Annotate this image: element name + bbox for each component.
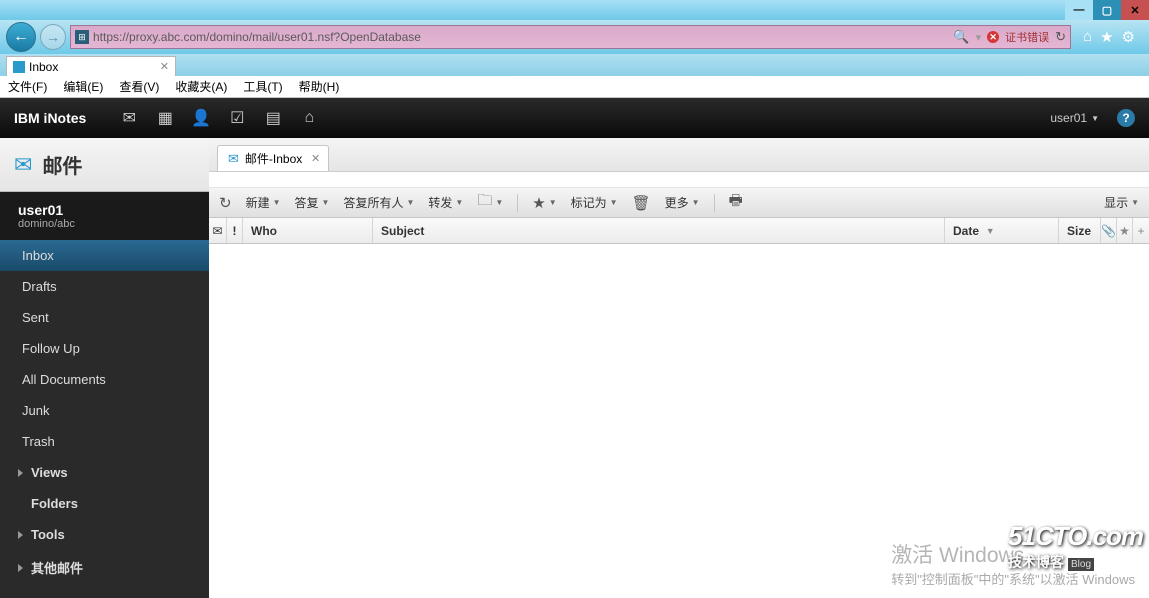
mark-as-button[interactable]: 标记为 ▼ — [571, 194, 618, 211]
toolbar: ↻ 新建 ▼ 答复 ▼ 答复所有人 ▼ 转发 ▼ 🗀 ▼ ★ ▼ 标记为 ▼ 🗑… — [209, 188, 1149, 218]
browser-tab[interactable]: Inbox ✕ — [6, 56, 176, 76]
menu-file[interactable]: 文件(F) — [8, 78, 47, 95]
folder-icon: 🗀 — [477, 190, 492, 215]
sidebar-item-drafts[interactable]: Drafts — [0, 271, 209, 302]
window-close-button[interactable]: ✕ — [1121, 0, 1149, 20]
chevron-right-icon — [18, 564, 23, 572]
cert-error-text[interactable]: 证书错误 — [1005, 29, 1049, 45]
folder-button[interactable]: 🗀 ▼ — [477, 190, 503, 215]
sidebar-item-alldocs[interactable]: All Documents — [0, 364, 209, 395]
help-icon[interactable]: ? — [1117, 109, 1135, 127]
new-button[interactable]: 新建 ▼ — [246, 194, 281, 211]
window-title-bar: — ▢ ✕ — [0, 0, 1149, 20]
sidebar: ✉ 邮件 user01 domino/abc Inbox Drafts Sent… — [0, 138, 209, 598]
more-button[interactable]: 更多 ▼ — [665, 194, 700, 211]
content-tab-label: 邮件-Inbox — [245, 150, 302, 167]
app-header: IBM iNotes ✉ ▦ 👤 ☑ ▤ ⌂ user01 ▼ ? — [0, 98, 1149, 138]
sidebar-section-views[interactable]: Views — [0, 457, 209, 488]
menu-help[interactable]: 帮助(H) — [299, 78, 340, 95]
delete-button[interactable]: 🗑 — [632, 194, 651, 212]
calendar-icon[interactable]: ▦ — [152, 105, 178, 131]
content-tab-close-icon[interactable]: ✕ — [311, 152, 320, 165]
contacts-icon[interactable]: 👤 — [188, 105, 214, 131]
envelope-icon: ✉ — [14, 152, 32, 178]
menu-view[interactable]: 查看(V) — [119, 78, 159, 95]
sidebar-user-block: user01 domino/abc — [0, 192, 209, 240]
reply-all-button[interactable]: 答复所有人 ▼ — [343, 194, 414, 211]
reply-button[interactable]: 答复 ▼ — [295, 194, 330, 211]
col-subject[interactable]: Subject — [373, 218, 945, 243]
tools-icon[interactable]: ⚙ — [1122, 28, 1135, 46]
col-envelope-icon[interactable]: ✉ — [209, 218, 227, 243]
col-flag-icon[interactable]: ! — [227, 218, 243, 243]
address-bar[interactable]: ⊞ https://proxy.abc.com/domino/mail/user… — [70, 25, 1071, 49]
browser-nav-bar: ← → ⊞ https://proxy.abc.com/domino/mail/… — [0, 20, 1149, 54]
url-text: https://proxy.abc.com/domino/mail/user01… — [93, 30, 949, 44]
sidebar-section-folders[interactable]: Folders — [0, 488, 209, 519]
refresh-button[interactable]: ↻ — [219, 194, 232, 212]
col-size[interactable]: Size — [1059, 218, 1101, 243]
print-button[interactable]: 🖶 — [729, 190, 743, 215]
sidebar-item-trash[interactable]: Trash — [0, 426, 209, 457]
window-minimize-button[interactable]: — — [1065, 0, 1093, 20]
forward-button[interactable]: 转发 ▼ — [428, 194, 463, 211]
col-date[interactable]: Date ▼ — [945, 218, 1059, 243]
sidebar-title: 邮件 — [42, 150, 82, 179]
site-watermark: 51CTO.com 技术博客Blog — [1008, 521, 1143, 572]
sidebar-section-tools[interactable]: Tools — [0, 519, 209, 550]
col-who[interactable]: Who — [243, 218, 373, 243]
sidebar-header: ✉ 邮件 — [0, 138, 209, 192]
home-icon[interactable]: ⌂ — [1083, 28, 1092, 46]
display-button[interactable]: 显示 ▼ — [1104, 194, 1139, 211]
content-tab-strip: ✉ 邮件-Inbox ✕ — [209, 138, 1149, 172]
column-headers: ✉ ! Who Subject Date ▼ Size 📎 ★ + — [209, 218, 1149, 244]
site-icon: ⊞ — [75, 30, 89, 44]
sidebar-item-inbox[interactable]: Inbox — [0, 240, 209, 271]
todo-icon[interactable]: ☑ — [224, 105, 250, 131]
content-tab-inbox[interactable]: ✉ 邮件-Inbox ✕ — [217, 145, 329, 171]
homepage-icon[interactable]: ⌂ — [296, 105, 322, 131]
star-button[interactable]: ★ ▼ — [532, 194, 556, 212]
back-button[interactable]: ← — [6, 22, 36, 52]
chevron-right-icon — [18, 469, 23, 477]
notebook-icon[interactable]: ▤ — [260, 105, 286, 131]
envelope-icon: ✉ — [228, 151, 239, 167]
favorites-icon[interactable]: ★ — [1100, 28, 1113, 46]
user-menu[interactable]: user01 ▼ — [1050, 111, 1099, 125]
sidebar-item-junk[interactable]: Junk — [0, 395, 209, 426]
forward-button[interactable]: → — [40, 24, 66, 50]
app-title: IBM iNotes — [14, 110, 86, 126]
message-list-empty: 激活 Windows 转到"控制面板"中的"系统"以激活 Windows 51C… — [209, 244, 1149, 598]
menu-tools[interactable]: 工具(T) — [243, 78, 282, 95]
main-pane: ✉ 邮件-Inbox ✕ ↻ 新建 ▼ 答复 ▼ 答复所有人 ▼ 转发 ▼ 🗀 … — [209, 138, 1149, 598]
window-maximize-button[interactable]: ▢ — [1093, 0, 1121, 20]
col-expand-icon[interactable]: + — [1133, 218, 1149, 243]
sidebar-item-followup[interactable]: Follow Up — [0, 333, 209, 364]
chevron-right-icon — [18, 531, 23, 539]
col-attachment-icon[interactable]: 📎 — [1101, 218, 1117, 243]
sidebar-section-othermail[interactable]: 其他邮件 — [0, 550, 209, 585]
search-icon[interactable]: 🔍 — [953, 29, 969, 45]
sidebar-domain: domino/abc — [18, 218, 191, 230]
menu-favorites[interactable]: 收藏夹(A) — [175, 78, 227, 95]
browser-tab-strip: Inbox ✕ — [0, 54, 1149, 76]
tab-title: Inbox — [29, 60, 58, 74]
browser-menu-bar: 文件(F) 编辑(E) 查看(V) 收藏夹(A) 工具(T) 帮助(H) — [0, 76, 1149, 98]
tab-favicon — [13, 61, 25, 73]
cert-error-icon[interactable]: ✕ — [987, 31, 999, 43]
star-icon: ★ — [532, 194, 545, 212]
menu-edit[interactable]: 编辑(E) — [63, 78, 103, 95]
refresh-icon[interactable]: ↻ — [1055, 29, 1066, 45]
col-star-icon[interactable]: ★ — [1117, 218, 1133, 243]
sidebar-username: user01 — [18, 202, 191, 218]
tab-close-icon[interactable]: ✕ — [160, 60, 169, 73]
sidebar-item-sent[interactable]: Sent — [0, 302, 209, 333]
app-container: IBM iNotes ✉ ▦ 👤 ☑ ▤ ⌂ user01 ▼ ? ✉ 邮件 u… — [0, 98, 1149, 598]
mail-icon[interactable]: ✉ — [116, 105, 142, 131]
